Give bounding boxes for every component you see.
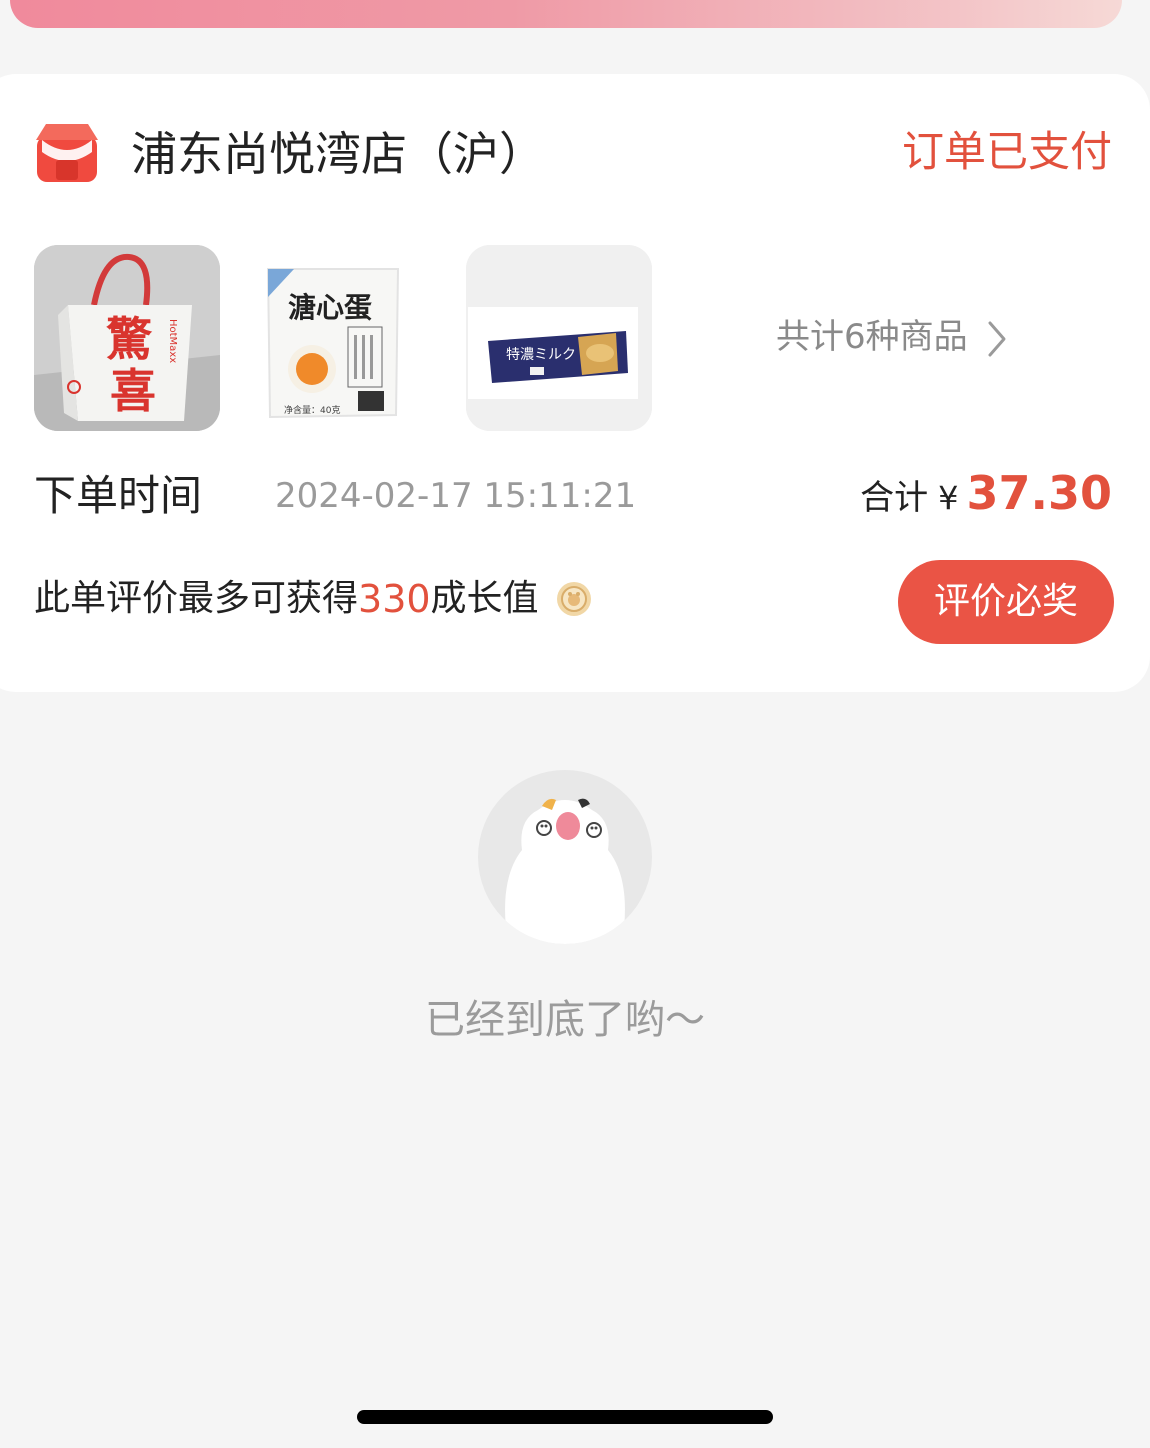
svg-text:特濃ミルク: 特濃ミルク — [506, 347, 576, 363]
growth-value: 330 — [358, 577, 431, 621]
order-time-label: 下单时间 — [34, 471, 203, 520]
chevron-right-icon[interactable] — [986, 320, 1008, 358]
product-thumbnail-milk[interactable]: 特濃ミルク — [466, 245, 652, 431]
store-icon — [34, 122, 100, 184]
end-of-list-text: 已经到底了哟～ — [425, 997, 705, 1043]
order-status: 订单已支付 — [901, 127, 1112, 176]
svg-text:HotMaxx: HotMaxx — [167, 319, 178, 363]
product-thumbnail-bag[interactable]: 驚 喜 HotMaxx — [34, 245, 220, 431]
review-button[interactable]: 评价必奖 — [898, 560, 1114, 644]
growth-suffix: 成长值 — [430, 578, 539, 619]
order-time-value: 2024-02-17 15:11:21 — [275, 476, 637, 516]
total-label: 合计 — [860, 478, 929, 518]
growth-hint: 此单评价最多可获得 330 成长值 — [34, 574, 593, 624]
svg-text:净含量：40克: 净含量：40克 — [284, 404, 340, 416]
order-total: 合计 ¥ 37.30 — [860, 466, 1112, 520]
currency-symbol: ¥ — [938, 479, 959, 517]
store-name[interactable]: 浦东尚悦湾店（沪） — [131, 124, 545, 184]
svg-text:驚: 驚 — [106, 312, 153, 366]
total-amount: 37.30 — [966, 466, 1112, 520]
home-indicator[interactable] — [357, 1410, 773, 1424]
bear-illustration — [478, 770, 652, 944]
svg-text:喜: 喜 — [110, 364, 156, 418]
growth-coin-icon — [555, 580, 593, 618]
order-card[interactable]: 浦东尚悦湾店（沪） 订单已支付 驚 喜 HotMaxx 溏心蛋 净含量：40克 … — [0, 74, 1150, 692]
top-banner — [10, 0, 1122, 28]
svg-text:溏心蛋: 溏心蛋 — [288, 291, 372, 324]
product-count-link[interactable]: 共计6种商品 — [776, 312, 968, 362]
growth-prefix: 此单评价最多可获得 — [34, 578, 359, 619]
product-thumbnail-egg[interactable]: 溏心蛋 净含量：40克 — [250, 245, 436, 431]
